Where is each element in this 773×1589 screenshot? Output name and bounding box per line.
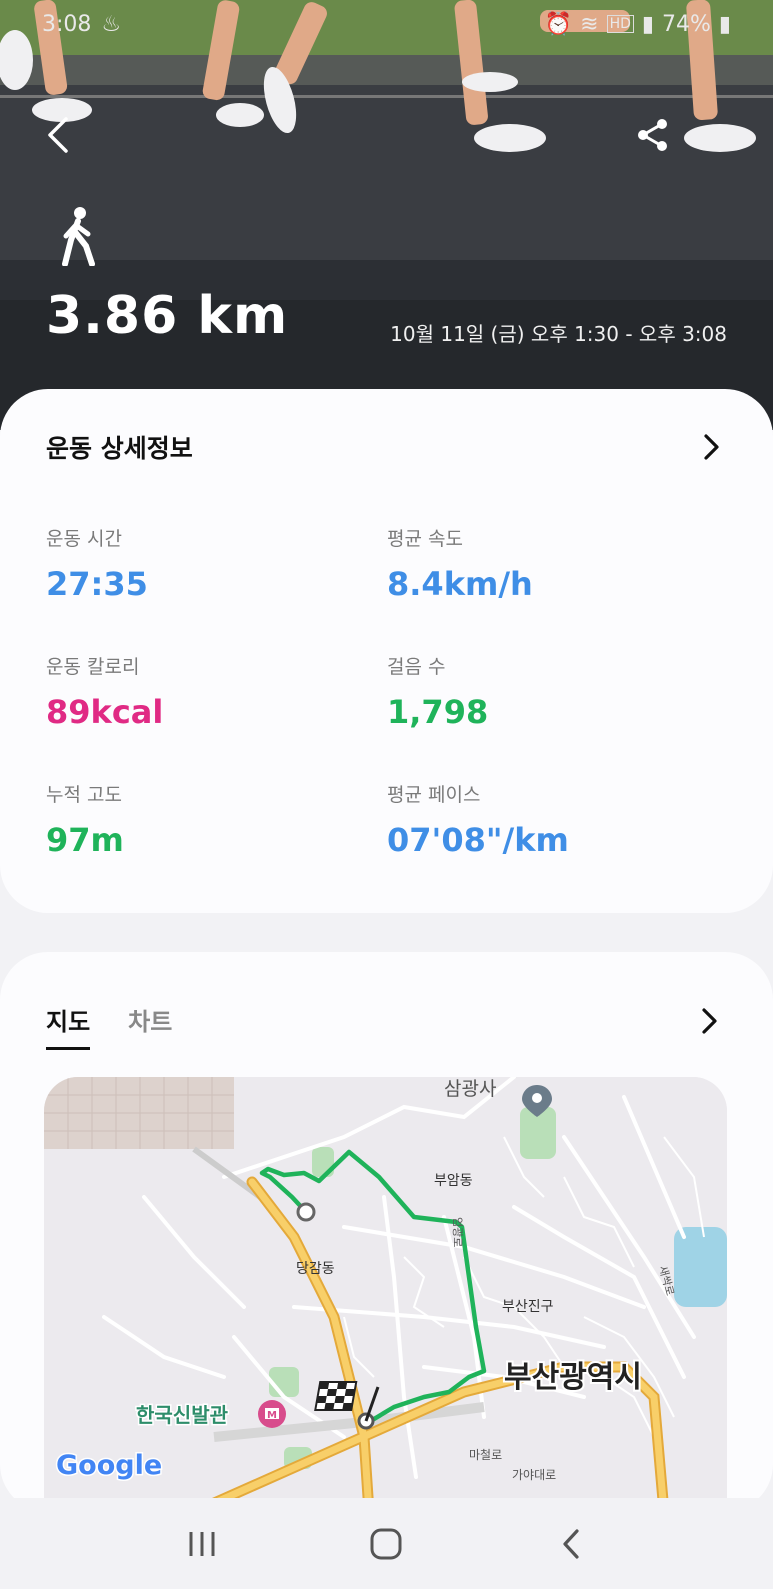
map-tabs: 지도 차트 xyxy=(46,1002,172,1050)
signal-icon: ▮ xyxy=(641,11,654,37)
google-logo: Google xyxy=(56,1450,162,1481)
stat-label: 걸음 수 xyxy=(387,656,446,678)
stat-label: 평균 페이스 xyxy=(387,784,481,806)
battery-icon: ▮ xyxy=(718,11,731,37)
stat-label: 운동 시간 xyxy=(46,528,122,550)
battery-text: 74% xyxy=(661,11,711,37)
stat-value: 1,798 xyxy=(387,693,489,731)
stat-value: 07'08"/km xyxy=(387,821,569,859)
map-label-busanjingu: 부산진구 xyxy=(502,1299,554,1315)
map-label-road1: 마철로 xyxy=(469,1448,502,1462)
workout-datetime: 10월 11일 (금) 오후 1:30 - 오후 3:08 xyxy=(390,322,727,346)
start-marker xyxy=(296,1202,316,1222)
back-icon xyxy=(563,1528,579,1559)
stat-value: 97m xyxy=(46,821,124,859)
walk-icon xyxy=(62,207,95,266)
hero-banner: 3:08 ♨ ⏰ ≋ HD ▮ 74% ▮ 3.86 km 10월 11일 (금… xyxy=(0,0,773,430)
stat-label: 운동 칼로리 xyxy=(46,656,140,678)
stat-value: 8.4km/h xyxy=(387,565,533,603)
share-button[interactable] xyxy=(628,110,678,160)
status-bar: 3:08 ♨ ⏰ ≋ HD ▮ 74% ▮ xyxy=(0,0,773,48)
status-time: 3:08 xyxy=(42,11,92,37)
stat-elevation: 누적 고도 97m xyxy=(46,780,346,859)
tab-map[interactable]: 지도 xyxy=(46,1002,91,1050)
chevron-right-icon xyxy=(704,434,719,460)
runners-photo xyxy=(0,0,773,430)
stat-avg-speed: 평균 속도 8.4km/h xyxy=(387,524,687,603)
map-label-samgwangsa: 삼광사 xyxy=(444,1078,496,1100)
recent-apps-icon xyxy=(189,1531,215,1556)
stat-avg-pace: 평균 페이스 07'08"/km xyxy=(387,780,687,859)
tab-chart[interactable]: 차트 xyxy=(128,1002,172,1050)
stat-calories: 운동 칼로리 89kcal xyxy=(46,652,346,731)
workout-details-card: 운동 상세정보 운동 시간 27:35 평균 속도 8.4km/h 운동 칼로리… xyxy=(0,389,773,913)
map-more-button[interactable] xyxy=(695,1006,725,1036)
map-label-busan: 부산광역시 xyxy=(504,1360,642,1395)
notification-icon: ♨ xyxy=(101,11,122,37)
map-label-road3: 엄광로 xyxy=(451,1217,464,1247)
system-nav-bar xyxy=(0,1498,773,1589)
map-label-buamdong: 부암동 xyxy=(434,1173,473,1189)
chevron-right-icon xyxy=(702,1008,717,1034)
alarm-icon: ⏰ xyxy=(544,11,573,37)
svg-text:M: M xyxy=(267,1410,277,1421)
map-canvas: M 삼광사 부암동 당감동 부산진구 부산광역시 한국신발관 마철로 가야대로 … xyxy=(44,1077,727,1512)
back-button[interactable] xyxy=(34,110,84,160)
stat-label: 누적 고도 xyxy=(46,784,122,806)
map-label-danggamdong: 당감동 xyxy=(296,1261,335,1277)
stat-steps: 걸음 수 1,798 xyxy=(387,652,687,731)
chevron-left-icon xyxy=(48,117,68,153)
stat-value: 27:35 xyxy=(46,565,148,603)
museum-pin-icon: M xyxy=(258,1400,286,1428)
map-card: 지도 차트 M 삼광사 부암동 당감동 부산진구 부산광역시 한국신발관 마철로… xyxy=(0,952,773,1512)
home-icon xyxy=(370,1528,402,1559)
stat-label: 평균 속도 xyxy=(387,528,463,550)
map-label-museum: 한국신발관 xyxy=(136,1403,229,1427)
back-nav-button[interactable] xyxy=(541,1514,601,1574)
share-icon xyxy=(638,119,667,151)
wifi-icon: ≋ xyxy=(580,11,599,37)
network-badge: HD xyxy=(606,15,634,33)
details-title: 운동 상세정보 xyxy=(46,434,193,463)
stat-workout-time: 운동 시간 27:35 xyxy=(46,524,346,603)
details-more-button[interactable] xyxy=(697,432,727,462)
map-label-road2: 가야대로 xyxy=(512,1468,556,1482)
recent-apps-button[interactable] xyxy=(172,1514,232,1574)
home-button[interactable] xyxy=(356,1514,416,1574)
stat-value: 89kcal xyxy=(46,693,164,731)
route-map[interactable]: M 삼광사 부암동 당감동 부산진구 부산광역시 한국신발관 마철로 가야대로 … xyxy=(44,1077,727,1512)
